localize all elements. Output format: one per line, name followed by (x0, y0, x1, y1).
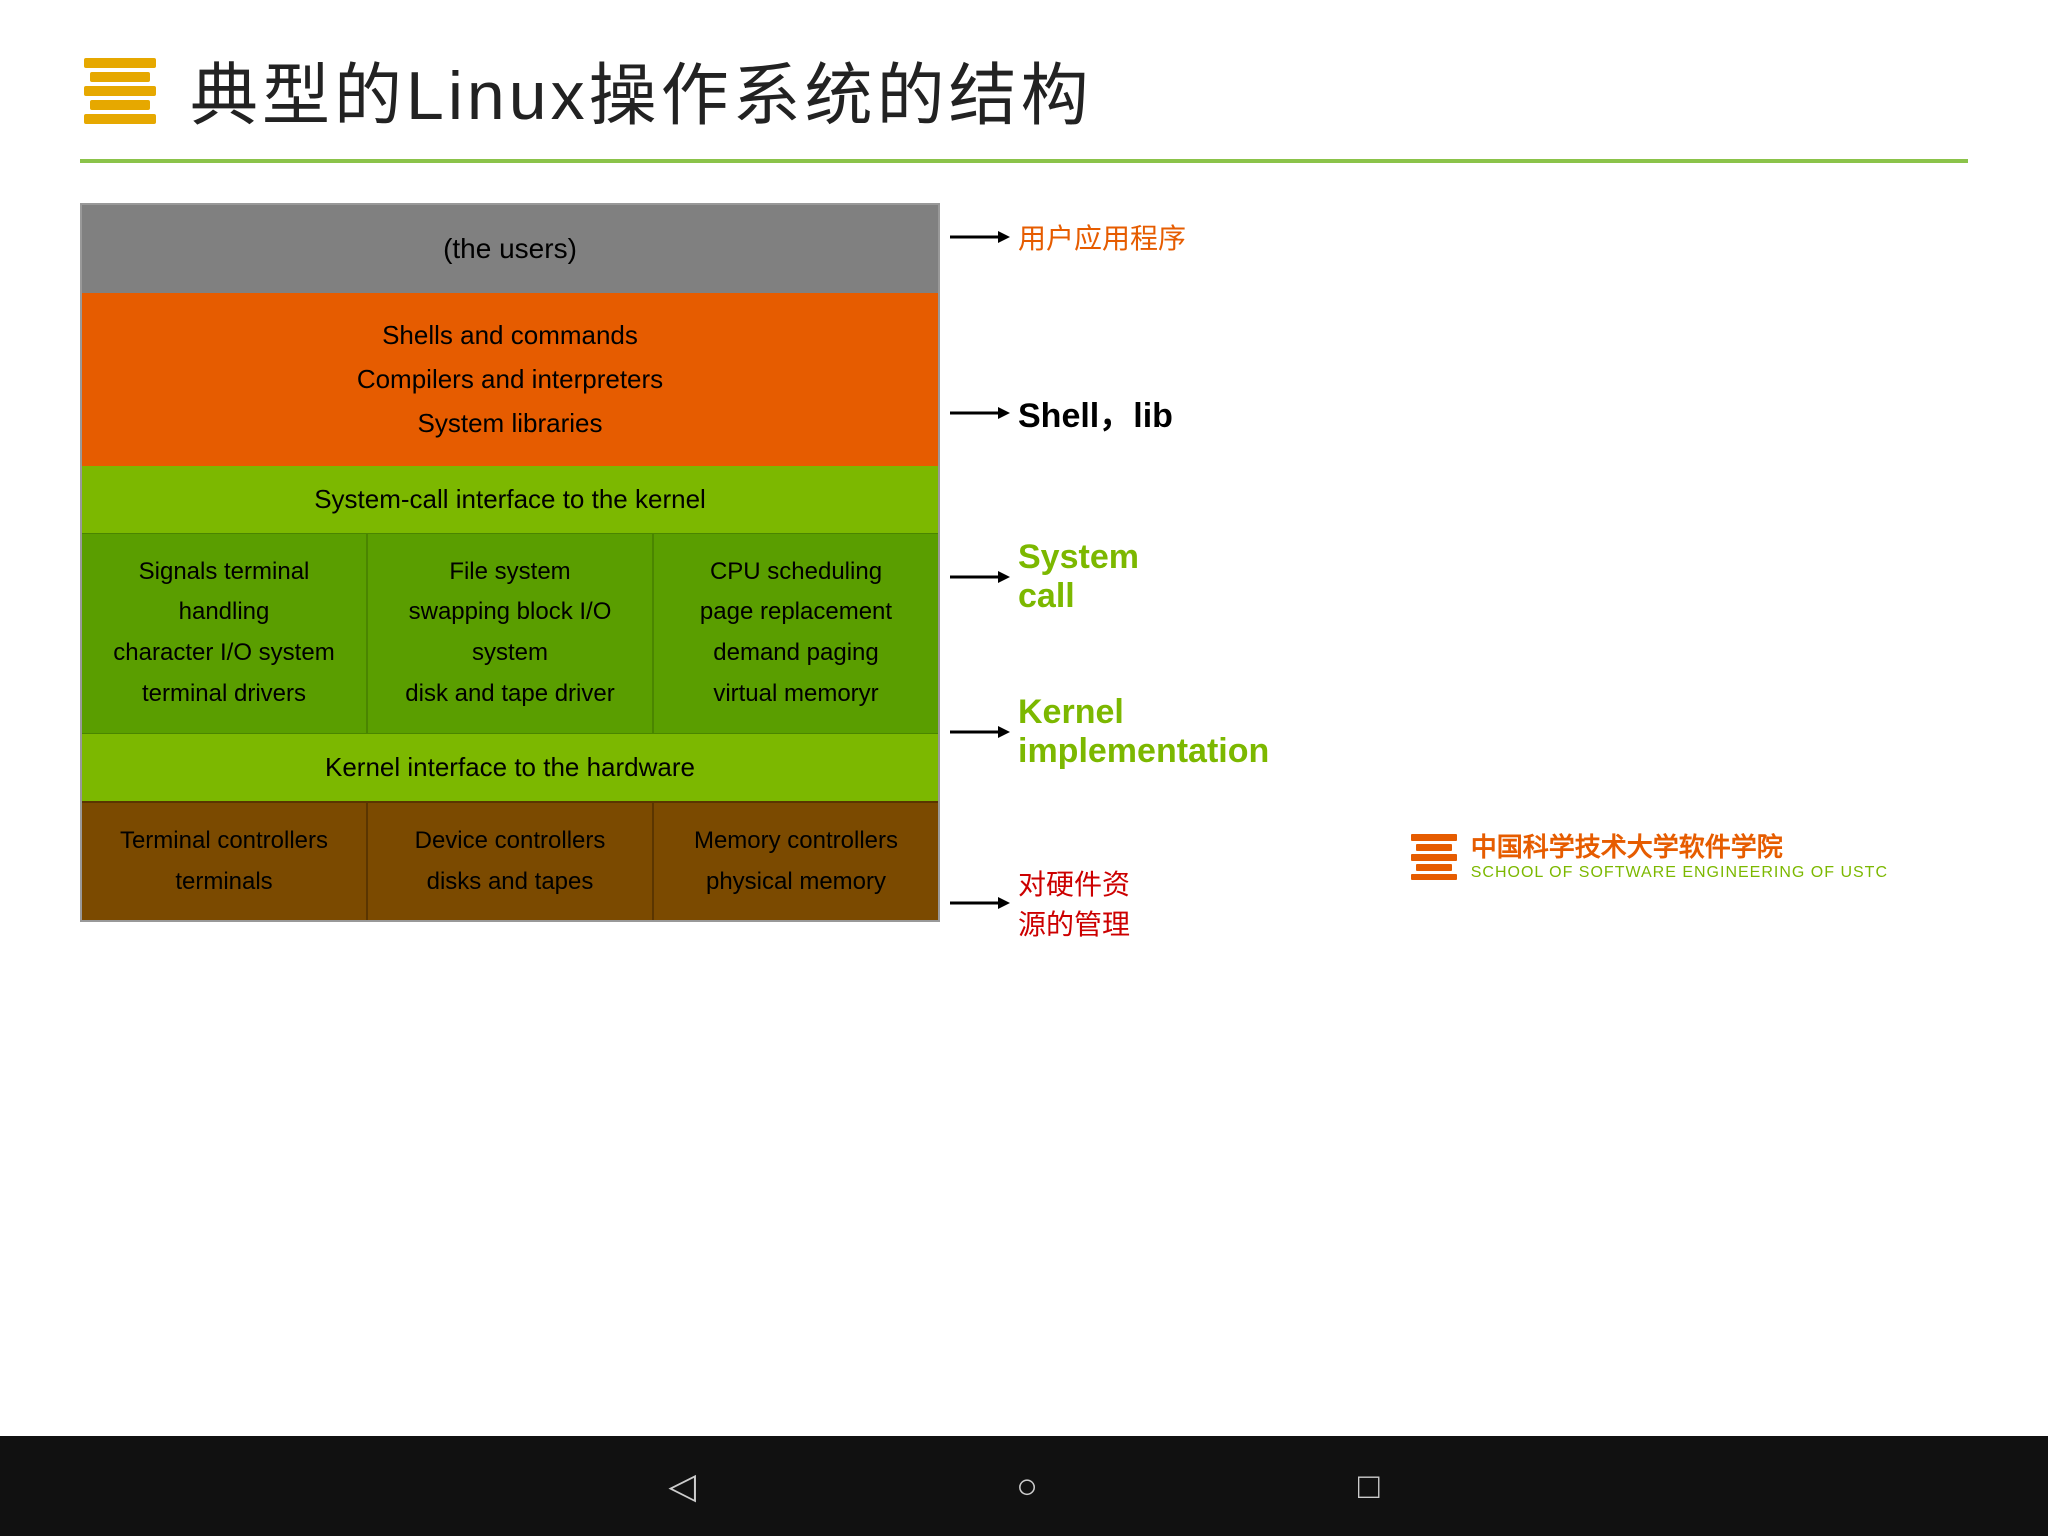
hw-cell-device: Device controllers disks and tapes (368, 803, 654, 921)
arrow-kernel (950, 720, 1010, 744)
orange-layer: Shells and commands Compilers and interp… (82, 293, 938, 466)
hw-label-row: 对硬件资 源的管理 (950, 863, 1130, 943)
syscall-label-row: System call (950, 538, 1139, 616)
shell-label-row: Shell，lib (950, 388, 1173, 437)
slide-area: 典型的Linux操作系统的结构 (the users) Shells and c… (0, 0, 2048, 1436)
slide-title: 典型的Linux操作系统的结构 (190, 40, 1093, 139)
nav-bar: ◁ ○ □ (0, 1436, 2048, 1536)
school-en-name: SCHOOL OF SOFTWARE ENGINEERING OF USTC (1471, 864, 1888, 882)
shell-label-text: Shell，lib (1018, 388, 1173, 437)
back-button[interactable]: ◁ (668, 1465, 696, 1507)
home-button[interactable]: ○ (1016, 1465, 1038, 1507)
school-logo: 中国科学技术大学软件学院 SCHOOL OF SOFTWARE ENGINEER… (1409, 827, 1888, 882)
header-divider (80, 159, 1968, 163)
hw-interface-layer: Kernel interface to the hardware (82, 733, 938, 801)
recent-button[interactable]: □ (1358, 1465, 1380, 1507)
arrow-hw (950, 891, 1010, 915)
kernel-label-text: Kernel implementation (1018, 693, 1269, 771)
kernel-cell-signals: Signals terminal handling character I/O … (82, 534, 368, 733)
users-layer: (the users) (82, 205, 938, 293)
syscall-label-text: System call (1018, 538, 1139, 616)
hw-label-text: 对硬件资 源的管理 (1018, 863, 1130, 943)
school-text: 中国科学技术大学软件学院 SCHOOL OF SOFTWARE ENGINEER… (1471, 827, 1888, 882)
arrow-shell (950, 401, 1010, 425)
syscall-layer: System-call interface to the kernel (82, 466, 938, 533)
kernel-cell-cpu: CPU scheduling page replacement demand p… (654, 534, 938, 733)
hardware-layer: Terminal controllers terminals Device co… (82, 801, 938, 921)
content-area: (the users) Shells and commands Compiler… (80, 203, 1968, 922)
arrow-users (950, 225, 1010, 249)
arrow-syscall (950, 565, 1010, 589)
ustc-logo-icon (80, 50, 160, 130)
users-label-text: 用户应用程序 (1018, 217, 1186, 257)
kernel-label-row: Kernel implementation (950, 693, 1269, 771)
architecture-diagram: (the users) Shells and commands Compiler… (80, 203, 940, 922)
school-cn-name: 中国科学技术大学软件学院 (1471, 827, 1888, 864)
hw-cell-memory: Memory controllers physical memory (654, 803, 938, 921)
kernel-cell-filesystem: File system swapping block I/O system di… (368, 534, 654, 733)
users-label-row: 用户应用程序 (950, 217, 1186, 257)
slide-header: 典型的Linux操作系统的结构 (80, 40, 1968, 139)
school-logo-icon (1409, 830, 1459, 880)
kernel-layer: Signals terminal handling character I/O … (82, 533, 938, 733)
hw-cell-terminal: Terminal controllers terminals (82, 803, 368, 921)
